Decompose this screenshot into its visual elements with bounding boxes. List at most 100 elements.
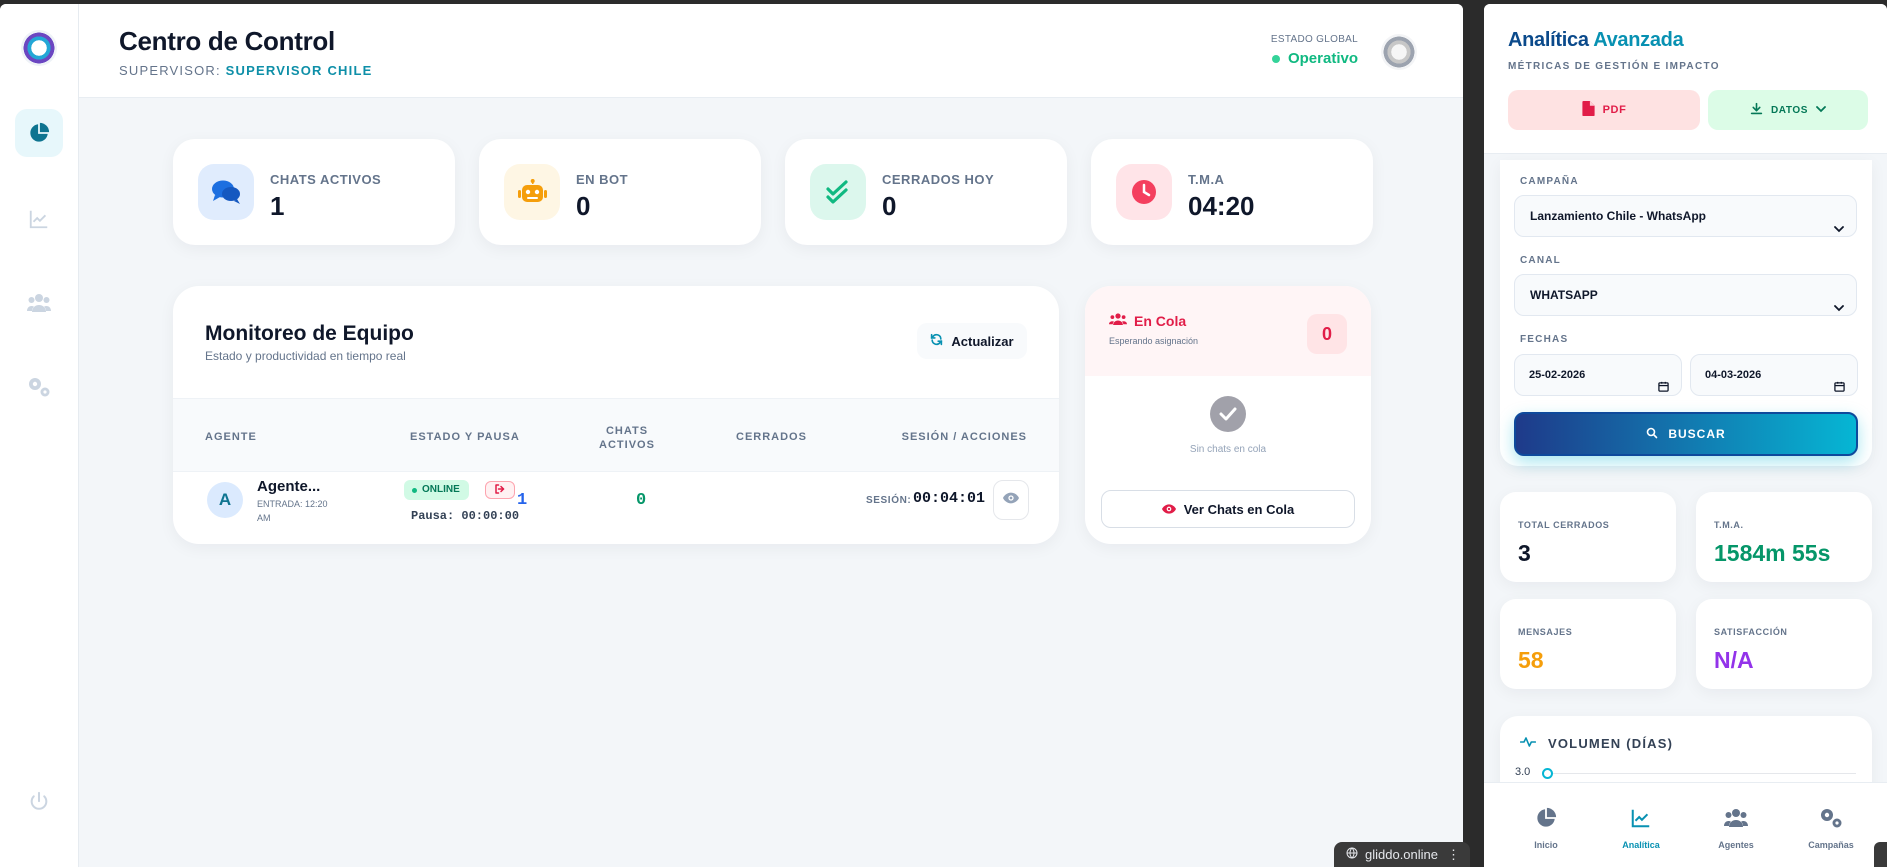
double-check-icon: [810, 164, 866, 220]
column-header: CERRADOS: [736, 431, 807, 443]
volume-title-row: VOLUMEN (DÍAS): [1519, 736, 1673, 751]
tab-label: Analítica: [1622, 840, 1660, 850]
channel-select[interactable]: WHATSAPP: [1514, 274, 1857, 316]
agent-active-chats: 1: [517, 491, 528, 510]
campaign-select-value: Lanzamiento Chile - WhatsApp: [1530, 209, 1707, 223]
gears-icon: [1819, 807, 1843, 834]
stat-card-tma: T.M.A 04:20: [1091, 139, 1373, 245]
stat-label: T.M.A: [1188, 172, 1225, 187]
pie-chart-icon: [1535, 807, 1557, 834]
refresh-button[interactable]: Actualizar: [917, 323, 1027, 359]
more-options-icon[interactable]: ⋮: [1447, 847, 1460, 863]
date-to-value: 04-03-2026: [1705, 369, 1762, 381]
export-data-label: DATOS: [1770, 104, 1809, 116]
nav-settings[interactable]: [15, 363, 63, 411]
status-dot-icon: [1271, 54, 1280, 63]
force-logout-button[interactable]: [485, 481, 515, 499]
window-edge: [1874, 842, 1887, 867]
pie-chart-icon: [28, 122, 50, 144]
chart-point: [1542, 768, 1553, 779]
users-icon: [1109, 312, 1127, 329]
tab-campanas[interactable]: Campañas: [1786, 783, 1876, 867]
site-domain-pill[interactable]: gliddo.online ⋮: [1334, 842, 1470, 867]
column-header: CHATS ACTIVOS: [599, 425, 655, 451]
export-data-button[interactable]: DATOS: [1708, 90, 1868, 130]
stat-value: 04:20: [1188, 191, 1255, 221]
robot-icon: [504, 164, 560, 220]
supervisor-value: SUPERVISOR CHILE: [225, 63, 373, 78]
tab-analitica[interactable]: Analítica: [1596, 783, 1686, 867]
nav-dashboard[interactable]: [15, 109, 63, 157]
users-icon: [1724, 807, 1748, 834]
check-circle-icon: [1210, 396, 1246, 432]
kpi-value: 3: [1518, 540, 1531, 566]
gears-icon: [27, 376, 51, 398]
stat-label: CHATS ACTIVOS: [270, 172, 382, 187]
date-from-input[interactable]: 25-02-2026: [1514, 354, 1682, 396]
kpi-tma: T.M.A. 1584m 55s: [1696, 492, 1872, 582]
column-header: SESIÓN / ACCIONES: [901, 431, 1027, 443]
column-header: ESTADO Y PAUSA: [410, 431, 520, 443]
stat-value: 0: [576, 191, 591, 221]
session-label: SESIÓN:: [866, 495, 912, 506]
control-center-window: Centro de Control SUPERVISOR: SUPERVISOR…: [0, 4, 1463, 867]
eye-icon: [1161, 502, 1176, 517]
pause-timer: Pausa: 00:00:00: [411, 509, 520, 523]
chevron-down-icon: [1834, 288, 1844, 328]
search-button[interactable]: BUSCAR: [1514, 412, 1858, 456]
team-subtitle: Estado y productividad en tiempo real: [205, 349, 406, 363]
app-logo[interactable]: [21, 30, 57, 66]
campaign-select[interactable]: Lanzamiento Chile - WhatsApp: [1514, 195, 1857, 237]
chevron-down-icon: [1816, 105, 1826, 116]
analytics-subtitle: MÉTRICAS DE GESTIÓN E IMPACTO: [1508, 61, 1720, 72]
nav-logout[interactable]: [15, 778, 63, 826]
date-to-input[interactable]: 04-03-2026: [1690, 354, 1858, 396]
view-agent-button[interactable]: [993, 480, 1029, 520]
pulse-icon: [1519, 736, 1537, 751]
filters-card: CAMPAÑA Lanzamiento Chile - WhatsApp CAN…: [1500, 160, 1872, 466]
nav-agents[interactable]: [15, 279, 63, 327]
global-status-label: ESTADO GLOBAL: [1270, 34, 1358, 45]
supervisor-line: SUPERVISOR: SUPERVISOR CHILE: [119, 63, 372, 78]
session-timer: 00:04:01: [913, 490, 986, 507]
stat-value: 1: [270, 191, 285, 221]
queue-empty-text: Sin chats en cola: [1189, 444, 1267, 455]
power-icon: [28, 791, 50, 813]
sidebar-rail: [0, 4, 79, 867]
stat-label: CERRADOS HOY: [882, 172, 995, 187]
export-pdf-button[interactable]: PDF: [1508, 90, 1700, 130]
team-title: Monitoreo de Equipo: [205, 322, 414, 345]
team-monitor-card: Monitoreo de Equipo Estado y productivid…: [173, 286, 1059, 544]
tab-inicio[interactable]: Inicio: [1501, 783, 1591, 867]
global-status-value: Operativo: [1271, 50, 1358, 67]
chart-gridline: [1546, 773, 1856, 774]
global-status-text: Operativo: [1287, 50, 1358, 67]
tab-label: Campañas: [1808, 840, 1854, 850]
stat-card-chats-activos: CHATS ACTIVOS 1: [173, 139, 455, 245]
kpi-value: 1584m 55s: [1714, 540, 1831, 566]
chevron-down-icon: [1834, 209, 1844, 249]
page-title: Centro de Control: [119, 26, 335, 56]
tab-agentes[interactable]: Agentes: [1691, 783, 1781, 867]
users-icon: [27, 292, 51, 314]
campaign-label: CAMPAÑA: [1520, 176, 1579, 187]
channel-label: CANAL: [1520, 255, 1561, 266]
line-chart-icon: [1630, 807, 1652, 834]
agent-name: Agente...: [257, 478, 321, 495]
nav-analytics[interactable]: [15, 195, 63, 243]
agent-avatar: A: [207, 482, 243, 518]
y-axis-tick: 3.0: [1515, 766, 1531, 778]
file-pdf-icon: [1582, 101, 1595, 119]
refresh-icon: [930, 333, 943, 349]
top-header: Centro de Control SUPERVISOR: SUPERVISOR…: [79, 4, 1463, 98]
stat-label: EN BOT: [576, 172, 629, 187]
site-domain: gliddo.online: [1365, 847, 1439, 862]
view-queue-button[interactable]: Ver Chats en Cola: [1101, 490, 1355, 528]
kpi-mensajes: MENSAJES 58: [1500, 599, 1676, 689]
sign-out-icon: [494, 481, 506, 499]
kpi-satisfaccion: SATISFACCIÓN N/A: [1696, 599, 1872, 689]
brand-avatar[interactable]: [1381, 34, 1417, 70]
tab-label: Agentes: [1718, 840, 1754, 850]
kpi-label: TOTAL CERRADOS: [1518, 520, 1610, 530]
comments-icon: [198, 164, 254, 220]
